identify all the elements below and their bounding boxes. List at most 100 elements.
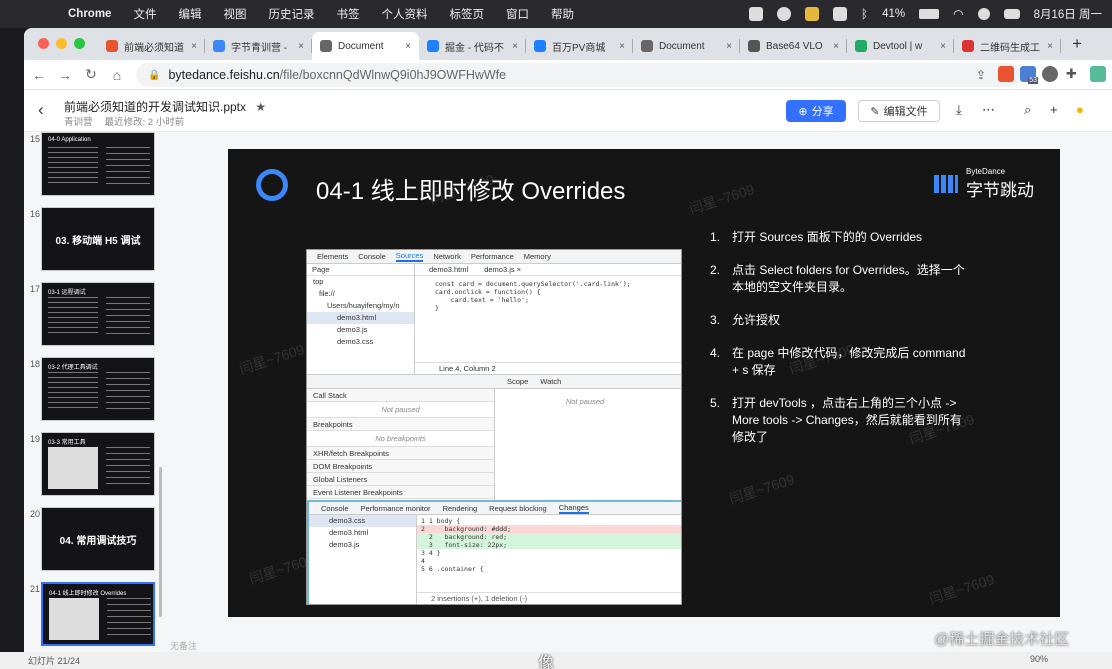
devtools-tab: Elements <box>317 252 349 261</box>
step-text: 允许授权 <box>732 313 781 327</box>
feishu-header: ‹ 前端必须知道的开发调试知识.pptx ★ 青训营 最近修改: 2 小时前 ⊕… <box>24 90 1112 132</box>
zoom-level[interactable]: 90% <box>1030 654 1048 664</box>
menu-bookmarks[interactable]: 书签 <box>336 6 359 22</box>
tab-favicon-icon <box>106 40 118 52</box>
share-page-icon[interactable]: ⇪ <box>976 68 986 82</box>
zoom-window-button[interactable] <box>74 38 85 49</box>
browser-tab[interactable]: 前端必须知道 × <box>98 32 205 60</box>
control-center-icon[interactable] <box>1003 9 1020 19</box>
menubar-status: ᛒ 41% ◠ 8月16日 周一 <box>748 0 1102 28</box>
thumbnail-preview: 04-1 线上即时修改 Overrides <box>41 582 155 646</box>
user-icon[interactable] <box>977 8 990 20</box>
home-icon[interactable]: ⌂ <box>106 67 128 83</box>
tab-title: Document <box>338 40 384 52</box>
back-chevron-icon[interactable]: ‹ <box>38 100 44 120</box>
tab-close-icon[interactable]: × <box>833 41 839 52</box>
add-icon[interactable]: + <box>1050 102 1058 117</box>
menu-window[interactable]: 窗口 <box>506 6 529 22</box>
thumbnail-text-lines <box>107 598 151 638</box>
tab-favicon-icon <box>427 40 439 52</box>
download-icon[interactable]: ⤓ <box>956 102 962 118</box>
devtools-tab: Network <box>433 252 461 261</box>
watermark: 闫星~7609 <box>927 570 997 608</box>
new-tab-button[interactable]: + <box>1072 34 1082 54</box>
bytedance-bars-icon <box>934 175 958 193</box>
page-tab: Page <box>307 264 414 276</box>
extension-record-icon[interactable] <box>1042 66 1058 82</box>
profile-icon[interactable] <box>1090 66 1106 82</box>
thumbnail-number: 20 <box>30 509 41 519</box>
browser-tab[interactable]: Document × <box>312 32 419 60</box>
changed-file-item: demo3.css <box>309 515 416 527</box>
tray-sync-icon[interactable] <box>776 7 791 21</box>
slide-thumbnail[interactable]: 21 04-1 线上即时修改 Overrides <box>24 582 162 652</box>
tab-close-icon[interactable]: × <box>405 41 411 52</box>
thumbnail-section-title: 04. 常用调试技巧 <box>59 536 137 547</box>
forward-arrow-icon[interactable]: → <box>54 67 76 83</box>
lock-icon[interactable]: 🔒 <box>148 70 160 81</box>
browser-tab[interactable]: 二维码生成工 × <box>954 32 1061 60</box>
extension-badge-icon[interactable]: 53 <box>1020 66 1038 84</box>
back-arrow-icon[interactable]: ← <box>28 67 50 83</box>
extensions-puzzle-icon[interactable]: ✚ <box>1066 66 1082 82</box>
menu-edit[interactable]: 编辑 <box>178 6 201 22</box>
browser-tab[interactable]: 掘金 - 代码不 × <box>419 32 526 60</box>
slide-thumbnail[interactable]: 16 03. 移动端 H5 调试 <box>24 207 162 277</box>
step-text: 在 page 中修改代码，修改完成后 command + s 保存 <box>732 346 966 377</box>
minimize-window-button[interactable] <box>56 38 67 49</box>
drawer-tab: Console <box>321 503 349 513</box>
course-logo-icon <box>256 169 288 201</box>
menu-profile[interactable]: 个人资料 <box>381 6 427 22</box>
lightbulb-icon[interactable]: ● <box>1076 102 1084 117</box>
slide-thumbnail[interactable]: 18 03-2 代理工具调试 <box>24 357 162 427</box>
address-bar[interactable]: 🔒 bytedance.feishu.cn /file/boxcnnQdWlnw… <box>136 63 1020 87</box>
tab-close-icon[interactable]: × <box>726 41 732 52</box>
menu-app-name[interactable]: Chrome <box>68 8 111 20</box>
edit-file-button[interactable]: ✎ 编辑文件 <box>858 100 940 122</box>
extension-fe-icon[interactable] <box>998 66 1014 82</box>
menu-history[interactable]: 历史记录 <box>268 6 314 22</box>
battery-icon[interactable] <box>919 9 940 19</box>
tab-close-icon[interactable]: × <box>298 41 304 52</box>
code-content: const card = document.querySelector('.ca… <box>435 280 631 312</box>
menu-help[interactable]: 帮助 <box>551 6 574 22</box>
section-header: Event Listener Breakpoints <box>307 486 494 499</box>
browser-tab[interactable]: 字节青训营 - × <box>205 32 312 60</box>
tab-close-icon[interactable]: × <box>1047 41 1053 52</box>
slide-thumbnail[interactable]: 20 04. 常用调试技巧 <box>24 507 162 577</box>
menu-view[interactable]: 视图 <box>223 6 246 22</box>
menu-file[interactable]: 文件 <box>133 6 156 22</box>
tab-close-icon[interactable]: × <box>512 41 518 52</box>
menu-tabs[interactable]: 标签页 <box>449 6 484 22</box>
slide-thumbnail[interactable]: 19 03-3 常用工具 <box>24 432 162 502</box>
wifi-icon[interactable]: ◠ <box>953 7 963 21</box>
doc-meta: 青训营 最近修改: 2 小时前 <box>64 114 184 128</box>
browser-tab[interactable]: Document × <box>633 32 740 60</box>
tray-shield-icon[interactable] <box>804 7 819 21</box>
reload-icon[interactable]: ↻ <box>80 66 102 83</box>
tab-close-icon[interactable]: × <box>940 41 946 52</box>
favorite-star-icon[interactable]: ★ <box>255 100 266 114</box>
input-method-icon[interactable] <box>832 7 847 21</box>
bluetooth-icon[interactable]: ᛒ <box>861 7 868 21</box>
browser-tab[interactable]: Devtool | w × <box>847 32 954 60</box>
slide-thumbnail[interactable]: 17 03-1 远程调试 <box>24 282 162 352</box>
thumbnail-number: 21 <box>30 584 41 594</box>
cursor-position: Line 4, Column 2 <box>415 362 681 374</box>
tab-favicon-icon <box>320 40 332 52</box>
browser-tab[interactable]: Base64 VLO × <box>740 32 847 60</box>
tab-close-icon[interactable]: × <box>619 41 625 52</box>
tray-app-icon[interactable] <box>748 7 763 21</box>
share-button[interactable]: ⊕ 分享 <box>786 100 846 122</box>
search-icon[interactable]: ⌕ <box>1024 102 1031 118</box>
video-subtitle: 像 <box>538 655 555 669</box>
speaker-notes-placeholder[interactable]: 无备注 <box>170 639 197 652</box>
browser-tab[interactable]: 百万PV商城 × <box>526 32 633 60</box>
thumbnail-image <box>48 447 98 489</box>
tab-close-icon[interactable]: × <box>191 41 197 52</box>
doc-owner[interactable]: 青训营 <box>64 114 93 128</box>
close-window-button[interactable] <box>38 38 49 49</box>
step-item: 3. 允许授权 <box>710 312 970 329</box>
more-options-icon[interactable]: ⋯ <box>982 102 995 118</box>
slide-thumbnail[interactable]: 15 04-0 Application <box>24 132 162 202</box>
